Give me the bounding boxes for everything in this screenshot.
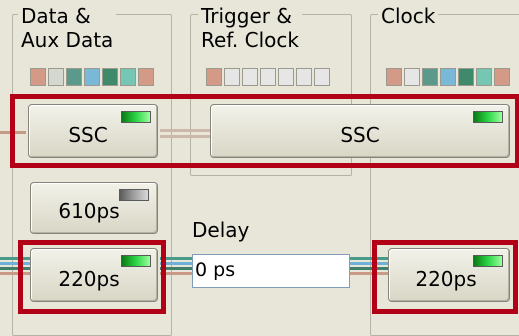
clock-swatch-6 xyxy=(476,68,492,86)
clock-swatch-7 xyxy=(494,68,510,86)
clock-swatch-3 xyxy=(422,68,438,86)
clock-swatch-4 xyxy=(440,68,456,86)
data-to-trigger-wire xyxy=(160,129,210,132)
data-610ps-button[interactable]: 610ps xyxy=(30,182,158,234)
data-610ps-label: 610ps xyxy=(58,199,120,223)
clock-220ps-button[interactable]: 220ps xyxy=(388,248,510,302)
data-to-trigger-wire-2 xyxy=(160,135,210,138)
trigger-swatch-1 xyxy=(206,68,222,86)
trigger-swatch-2 xyxy=(224,68,240,86)
data-ssc-button[interactable]: SSC xyxy=(28,104,158,158)
data-swatch-2 xyxy=(48,68,64,86)
clock-swatch-5 xyxy=(458,68,474,86)
data-swatch-4 xyxy=(84,68,100,86)
clock-swatch-1 xyxy=(386,68,402,86)
clock-220ps-label: 220ps xyxy=(415,267,477,291)
data-swatch-3 xyxy=(66,68,82,86)
data-ssc-label: SSC xyxy=(68,123,108,147)
trigger-ssc-button[interactable]: SSC xyxy=(210,104,510,158)
data-channel-swatches xyxy=(30,68,154,86)
trigger-channel-swatches xyxy=(206,68,330,86)
trigger-swatch-4 xyxy=(260,68,276,86)
delay-label: Delay xyxy=(192,218,250,242)
trigger-swatch-5 xyxy=(278,68,294,86)
data-220ps-button[interactable]: 220ps xyxy=(30,248,158,302)
delay-input[interactable]: 0 ps xyxy=(192,254,350,288)
data-group-title: Data & Aux Data xyxy=(18,4,117,52)
clock-channel-swatches xyxy=(386,68,510,86)
clock-swatch-2 xyxy=(404,68,420,86)
trigger-swatch-6 xyxy=(296,68,312,86)
data-220ps-label: 220ps xyxy=(58,267,120,291)
data-swatch-5 xyxy=(102,68,118,86)
data-swatch-6 xyxy=(120,68,136,86)
trigger-swatch-7 xyxy=(314,68,330,86)
trigger-ssc-label: SSC xyxy=(340,123,380,147)
data-swatch-1 xyxy=(30,68,46,86)
trigger-swatch-3 xyxy=(242,68,258,86)
clock-group-title: Clock xyxy=(378,4,439,28)
trigger-group-title: Trigger & Ref. Clock xyxy=(198,4,302,52)
data-swatch-7 xyxy=(138,68,154,86)
